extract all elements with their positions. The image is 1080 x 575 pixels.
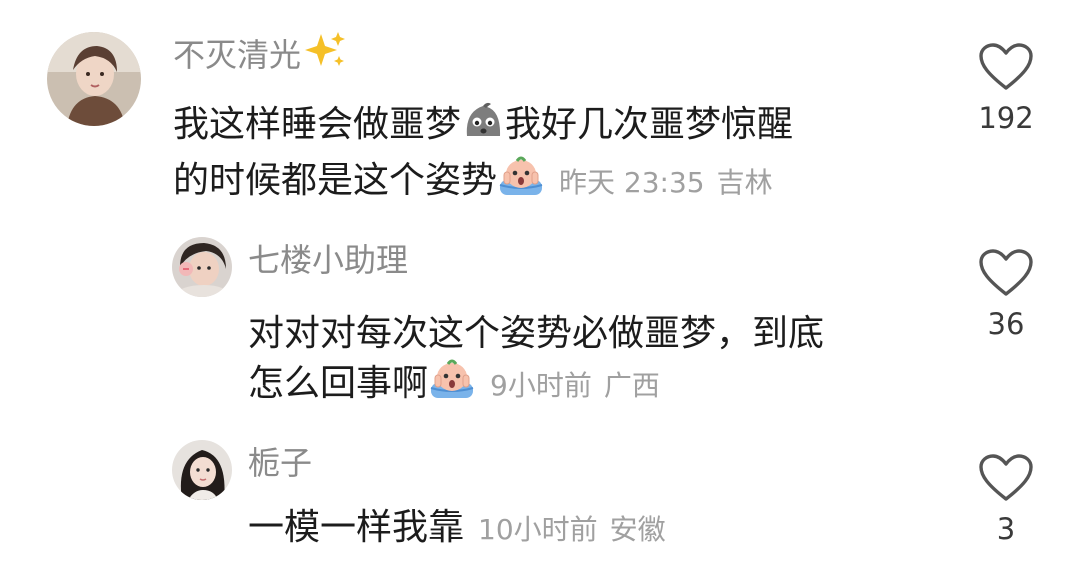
avatar[interactable] (172, 237, 232, 297)
reply-username[interactable]: 栀子 (248, 443, 312, 483)
reply-text: 对对对每次这个姿势必做噩梦，到底 怎么回事啊 9小时前 广西 (248, 310, 948, 413)
like-button[interactable]: 3 (971, 453, 1041, 547)
reply-item: 栀子 一模一样我靠 10小时前 安徽 3 (0, 420, 1080, 575)
comment-line-1: 一模一样我靠 10小时前 安徽 (248, 504, 948, 553)
comment-text: 我这样睡会做噩梦 我好几次噩梦惊醒 的时候都是这个姿势 昨天 23:35 吉林 (173, 100, 933, 210)
comment-time: 昨天 23:35 (559, 166, 705, 199)
comment-text-part: 怎么回事啊 (248, 363, 429, 404)
like-count: 3 (996, 512, 1016, 546)
comment-line-1: 我这样睡会做噩梦 我好几次噩梦惊醒 (173, 100, 933, 154)
comment-location: 广西 (603, 369, 660, 402)
comment-time: 9小时前 (490, 369, 592, 402)
comment-text-part: 我这样睡会做噩梦 (173, 104, 462, 145)
reply-item: 七楼小助理 对对对每次这个姿势必做噩梦，到底 怎么回事啊 9小时前 广西 36 (0, 215, 1080, 420)
heart-outline-icon (979, 454, 1033, 501)
comment-location: 安徽 (609, 513, 666, 546)
comment-meta: 9小时前 广西 (490, 369, 660, 402)
scared-face-emoji (497, 154, 545, 210)
like-count: 36 (987, 307, 1025, 341)
comment-username[interactable]: 不灭清光 (173, 30, 347, 79)
like-button[interactable]: 192 (971, 42, 1041, 136)
username-text: 栀子 (248, 444, 313, 482)
sparkles-emoji (303, 30, 347, 79)
comment-location: 吉林 (716, 166, 773, 199)
reply-text: 一模一样我靠 10小时前 安徽 (248, 504, 948, 553)
comment-text-part: 我好几次噩梦惊醒 (505, 104, 794, 145)
like-count: 192 (978, 101, 1034, 135)
comment-text-part: 一模一样我靠 (248, 507, 465, 548)
comment-time: 10小时前 (478, 513, 598, 546)
comment-line-1: 对对对每次这个姿势必做噩梦，到底 (248, 313, 825, 354)
comment-text-part: 的时候都是这个姿势 (173, 160, 498, 201)
comment-line-2: 怎么回事啊 9小时前 广西 (248, 357, 948, 413)
username-text: 七楼小助理 (248, 241, 409, 279)
like-button[interactable]: 36 (971, 248, 1041, 342)
heart-outline-icon (979, 43, 1033, 90)
reply-username[interactable]: 七楼小助理 (248, 240, 408, 280)
sad-gray-face-emoji (461, 100, 505, 154)
comment-meta: 昨天 23:35 吉林 (559, 166, 773, 199)
avatar[interactable] (47, 32, 141, 126)
comment-meta: 10小时前 安徽 (478, 513, 666, 546)
comment-item: 不灭清光 我这样睡会做噩梦 我好几次噩梦惊醒 的时候都是这个姿势 昨天 23:3… (0, 0, 1080, 215)
heart-outline-icon (979, 249, 1033, 296)
scared-face-emoji (428, 357, 476, 413)
comment-line-2: 的时候都是这个姿势 昨天 23:35 吉林 (173, 154, 933, 210)
username-text: 不灭清光 (173, 36, 302, 74)
avatar[interactable] (172, 440, 232, 500)
